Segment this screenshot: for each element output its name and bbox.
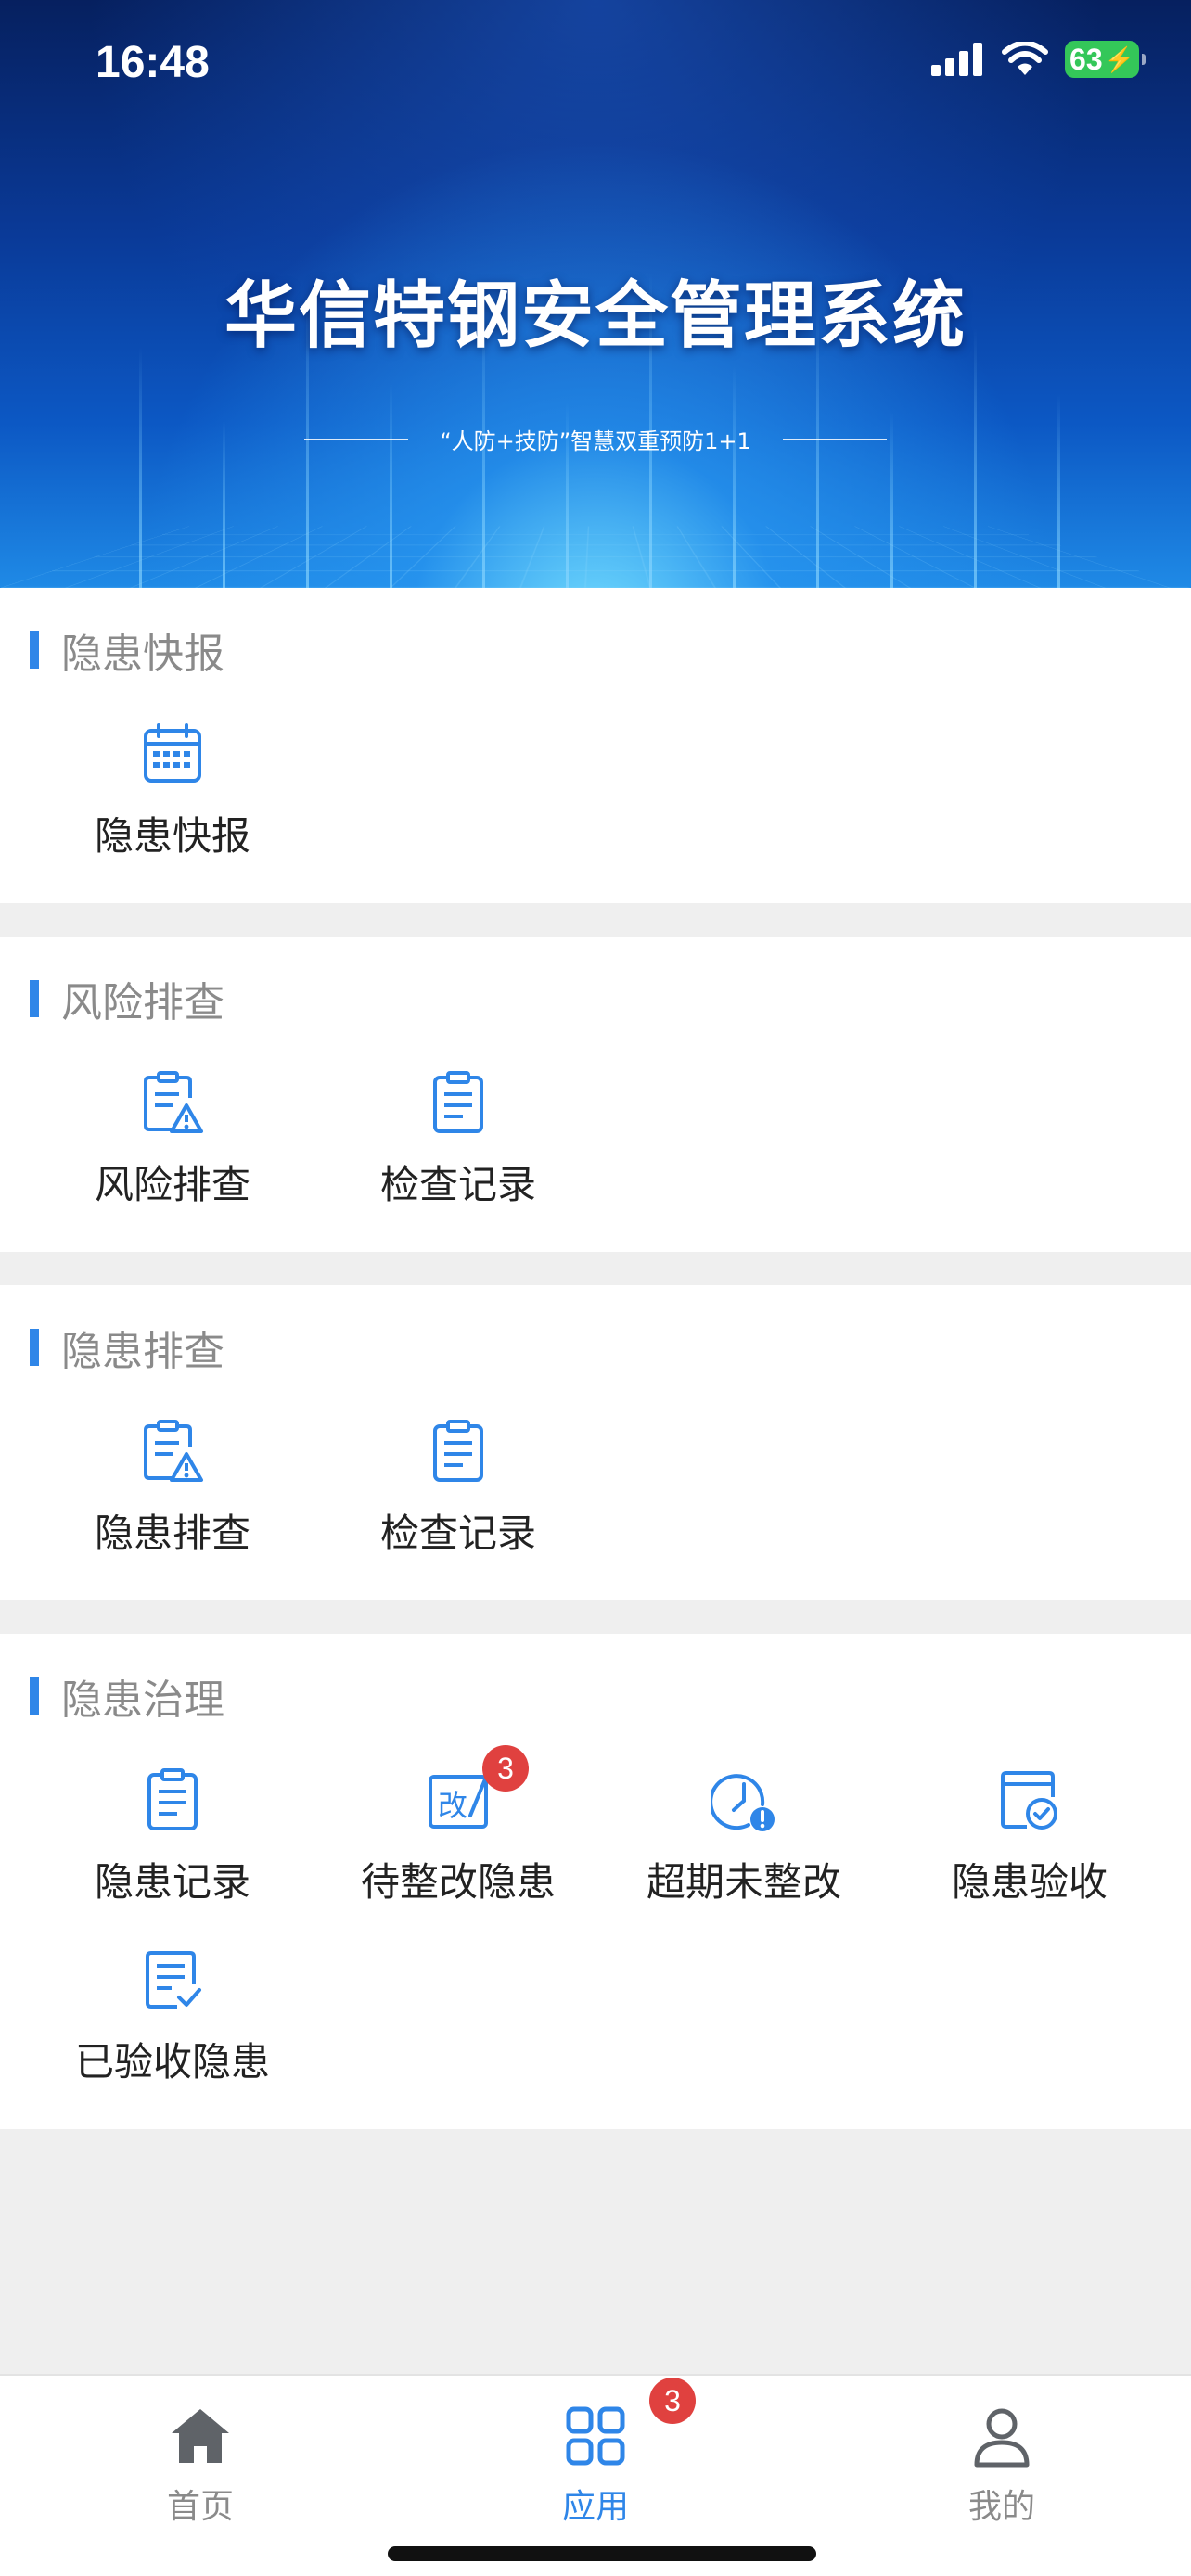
section-header: 隐患排查 [30, 1324, 224, 1375]
rectify-icon: 改 [429, 1773, 489, 1829]
item-label: 隐患记录 [94, 1859, 250, 1905]
user-icon [974, 2408, 1030, 2468]
section-header: 隐患治理 [30, 1673, 224, 1724]
acceptance-icon [1001, 1771, 1057, 1830]
item-label: 检查记录 [379, 1162, 536, 1207]
hazard-acceptance-item[interactable]: 隐患验收 [887, 1767, 1172, 1934]
checklist-warning-icon [144, 1071, 203, 1133]
section-marker [30, 631, 39, 669]
divider [782, 438, 887, 440]
divider [304, 438, 409, 440]
section-marker [30, 980, 39, 1017]
tab-label: 应用 [561, 2488, 629, 2526]
wifi-icon [1002, 42, 1048, 75]
section-title: 风险排查 [61, 979, 224, 1027]
apps-grid-icon [566, 2406, 625, 2466]
tab-home[interactable]: 首页 [61, 2404, 339, 2543]
section-hazard-inspection: 隐患排查 隐患排查 检查记录 [0, 1285, 1191, 1600]
item-label: 隐患验收 [951, 1859, 1108, 1905]
section-hazard-governance: 隐患治理 隐患记录 改 待整改隐患 3 超期未整改 隐患验收 已验收隐患 [0, 1634, 1191, 2129]
document-check-icon [146, 1951, 201, 2009]
hazard-records-item[interactable]: 隐患记录 [30, 1767, 315, 1934]
inspection-records-item[interactable]: 检查记录 [315, 1070, 601, 1237]
banner-title: 华信特钢安全管理系统 [224, 274, 967, 358]
banner-subtitle-row: “人防+技防”智慧双重预防1+1 [0, 423, 1191, 455]
section-title: 隐患排查 [61, 1328, 224, 1375]
accepted-hazards-item[interactable]: 已验收隐患 [30, 1947, 315, 2114]
signal-icon [931, 43, 982, 76]
inspection-records-item[interactable]: 检查记录 [315, 1419, 601, 1586]
clipboard-icon [147, 1768, 198, 1830]
banner-subtitle: “人防+技防”智慧双重预防1+1 [440, 428, 751, 454]
charging-icon: ⚡ [1104, 45, 1134, 73]
tab-mine[interactable]: 我的 [863, 2404, 1141, 2543]
tab-apps[interactable]: 应用 3 [456, 2378, 735, 2543]
clipboard-icon [433, 1071, 483, 1133]
notification-badge: 3 [649, 2378, 696, 2424]
tab-label: 首页 [166, 2488, 234, 2526]
home-indicator [388, 2546, 816, 2561]
status-icons: 63 ⚡ [931, 41, 1146, 78]
section-title: 隐患治理 [61, 1677, 224, 1724]
hazard-inspection-item[interactable]: 隐患排查 [30, 1419, 315, 1586]
notification-badge: 3 [482, 1745, 529, 1792]
banner-grid [0, 526, 1191, 588]
battery-indicator: 63 ⚡ [1065, 41, 1146, 78]
item-label: 风险排查 [94, 1162, 250, 1207]
item-label: 待整改隐患 [360, 1859, 556, 1905]
section-header: 隐患快报 [30, 627, 224, 678]
section-marker [30, 1329, 39, 1366]
pending-rectification-item[interactable]: 改 待整改隐患 3 [315, 1745, 601, 1934]
section-hazard-report: 隐患快报 隐患快报 [0, 588, 1191, 903]
overdue-clock-icon [711, 1774, 775, 1831]
item-label: 隐患快报 [94, 813, 250, 859]
battery-level: 63 [1069, 43, 1103, 76]
app-screen: 华信特钢安全管理系统 “人防+技防”智慧双重预防1+1 16:48 63 ⚡ 隐… [0, 0, 1191, 2576]
section-marker [30, 1677, 39, 1715]
risk-inspection-item[interactable]: 风险排查 [30, 1070, 315, 1237]
item-label: 超期未整改 [646, 1859, 841, 1905]
section-risk-inspection: 风险排查 风险排查 检查记录 [0, 937, 1191, 1252]
tab-label: 我的 [967, 2488, 1035, 2526]
svg-text:改: 改 [438, 1788, 467, 1823]
home-icon [172, 2409, 229, 2463]
calendar-icon [144, 723, 201, 783]
checklist-warning-icon [144, 1420, 203, 1482]
status-time: 16:48 [96, 38, 210, 87]
item-label: 检查记录 [379, 1511, 536, 1556]
clipboard-icon [433, 1420, 483, 1482]
item-label: 隐患排查 [94, 1511, 250, 1556]
item-label: 已验收隐患 [74, 2039, 270, 2085]
section-header: 风险排查 [30, 976, 224, 1027]
section-title: 隐患快报 [61, 631, 224, 678]
overdue-item[interactable]: 超期未整改 [601, 1767, 887, 1934]
hazard-report-item[interactable]: 隐患快报 [30, 721, 315, 888]
